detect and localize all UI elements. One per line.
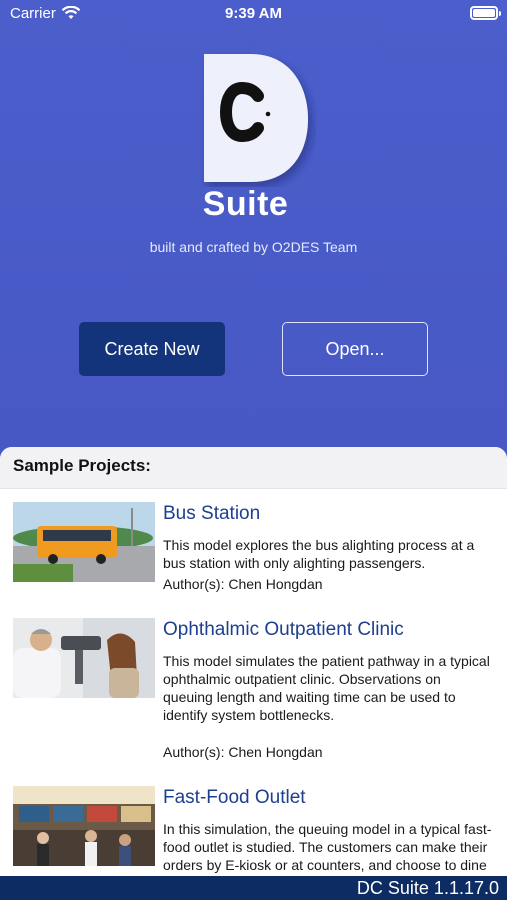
sample-projects-heading: Sample Projects: <box>0 447 507 489</box>
project-author: Author(s): Chen Hongdan <box>163 576 323 592</box>
project-title[interactable]: Fast-Food Outlet <box>163 787 306 809</box>
restaurant-photo-icon <box>13 786 155 866</box>
create-new-button[interactable]: Create New <box>79 322 225 376</box>
hero-section: Carrier 9:39 AM Suite built and crafted … <box>0 0 507 470</box>
project-description: This model explores the bus alighting pr… <box>163 537 475 571</box>
bus-photo-icon <box>13 502 155 582</box>
dc-suite-logo <box>204 54 308 182</box>
app-title: Suite <box>202 185 289 223</box>
project-description: This model simulates the patient pathway… <box>163 653 490 723</box>
version-footer: DC Suite 1.1.17.0 <box>0 876 507 900</box>
clock: 9:39 AM <box>225 5 282 22</box>
status-bar: Carrier 9:39 AM <box>0 0 507 30</box>
project-title[interactable]: Bus Station <box>163 503 260 525</box>
battery-icon <box>470 6 501 20</box>
project-author: Author(s): Chen Hongdan <box>163 744 323 760</box>
sample-projects-panel: Sample Projects: Bus Station This model … <box>0 447 507 900</box>
tagline: built and crafted by O2DES Team <box>149 239 358 255</box>
project-title[interactable]: Ophthalmic Outpatient Clinic <box>163 619 404 641</box>
open-button[interactable]: Open... <box>282 322 428 376</box>
eye-exam-photo-icon <box>13 618 155 698</box>
